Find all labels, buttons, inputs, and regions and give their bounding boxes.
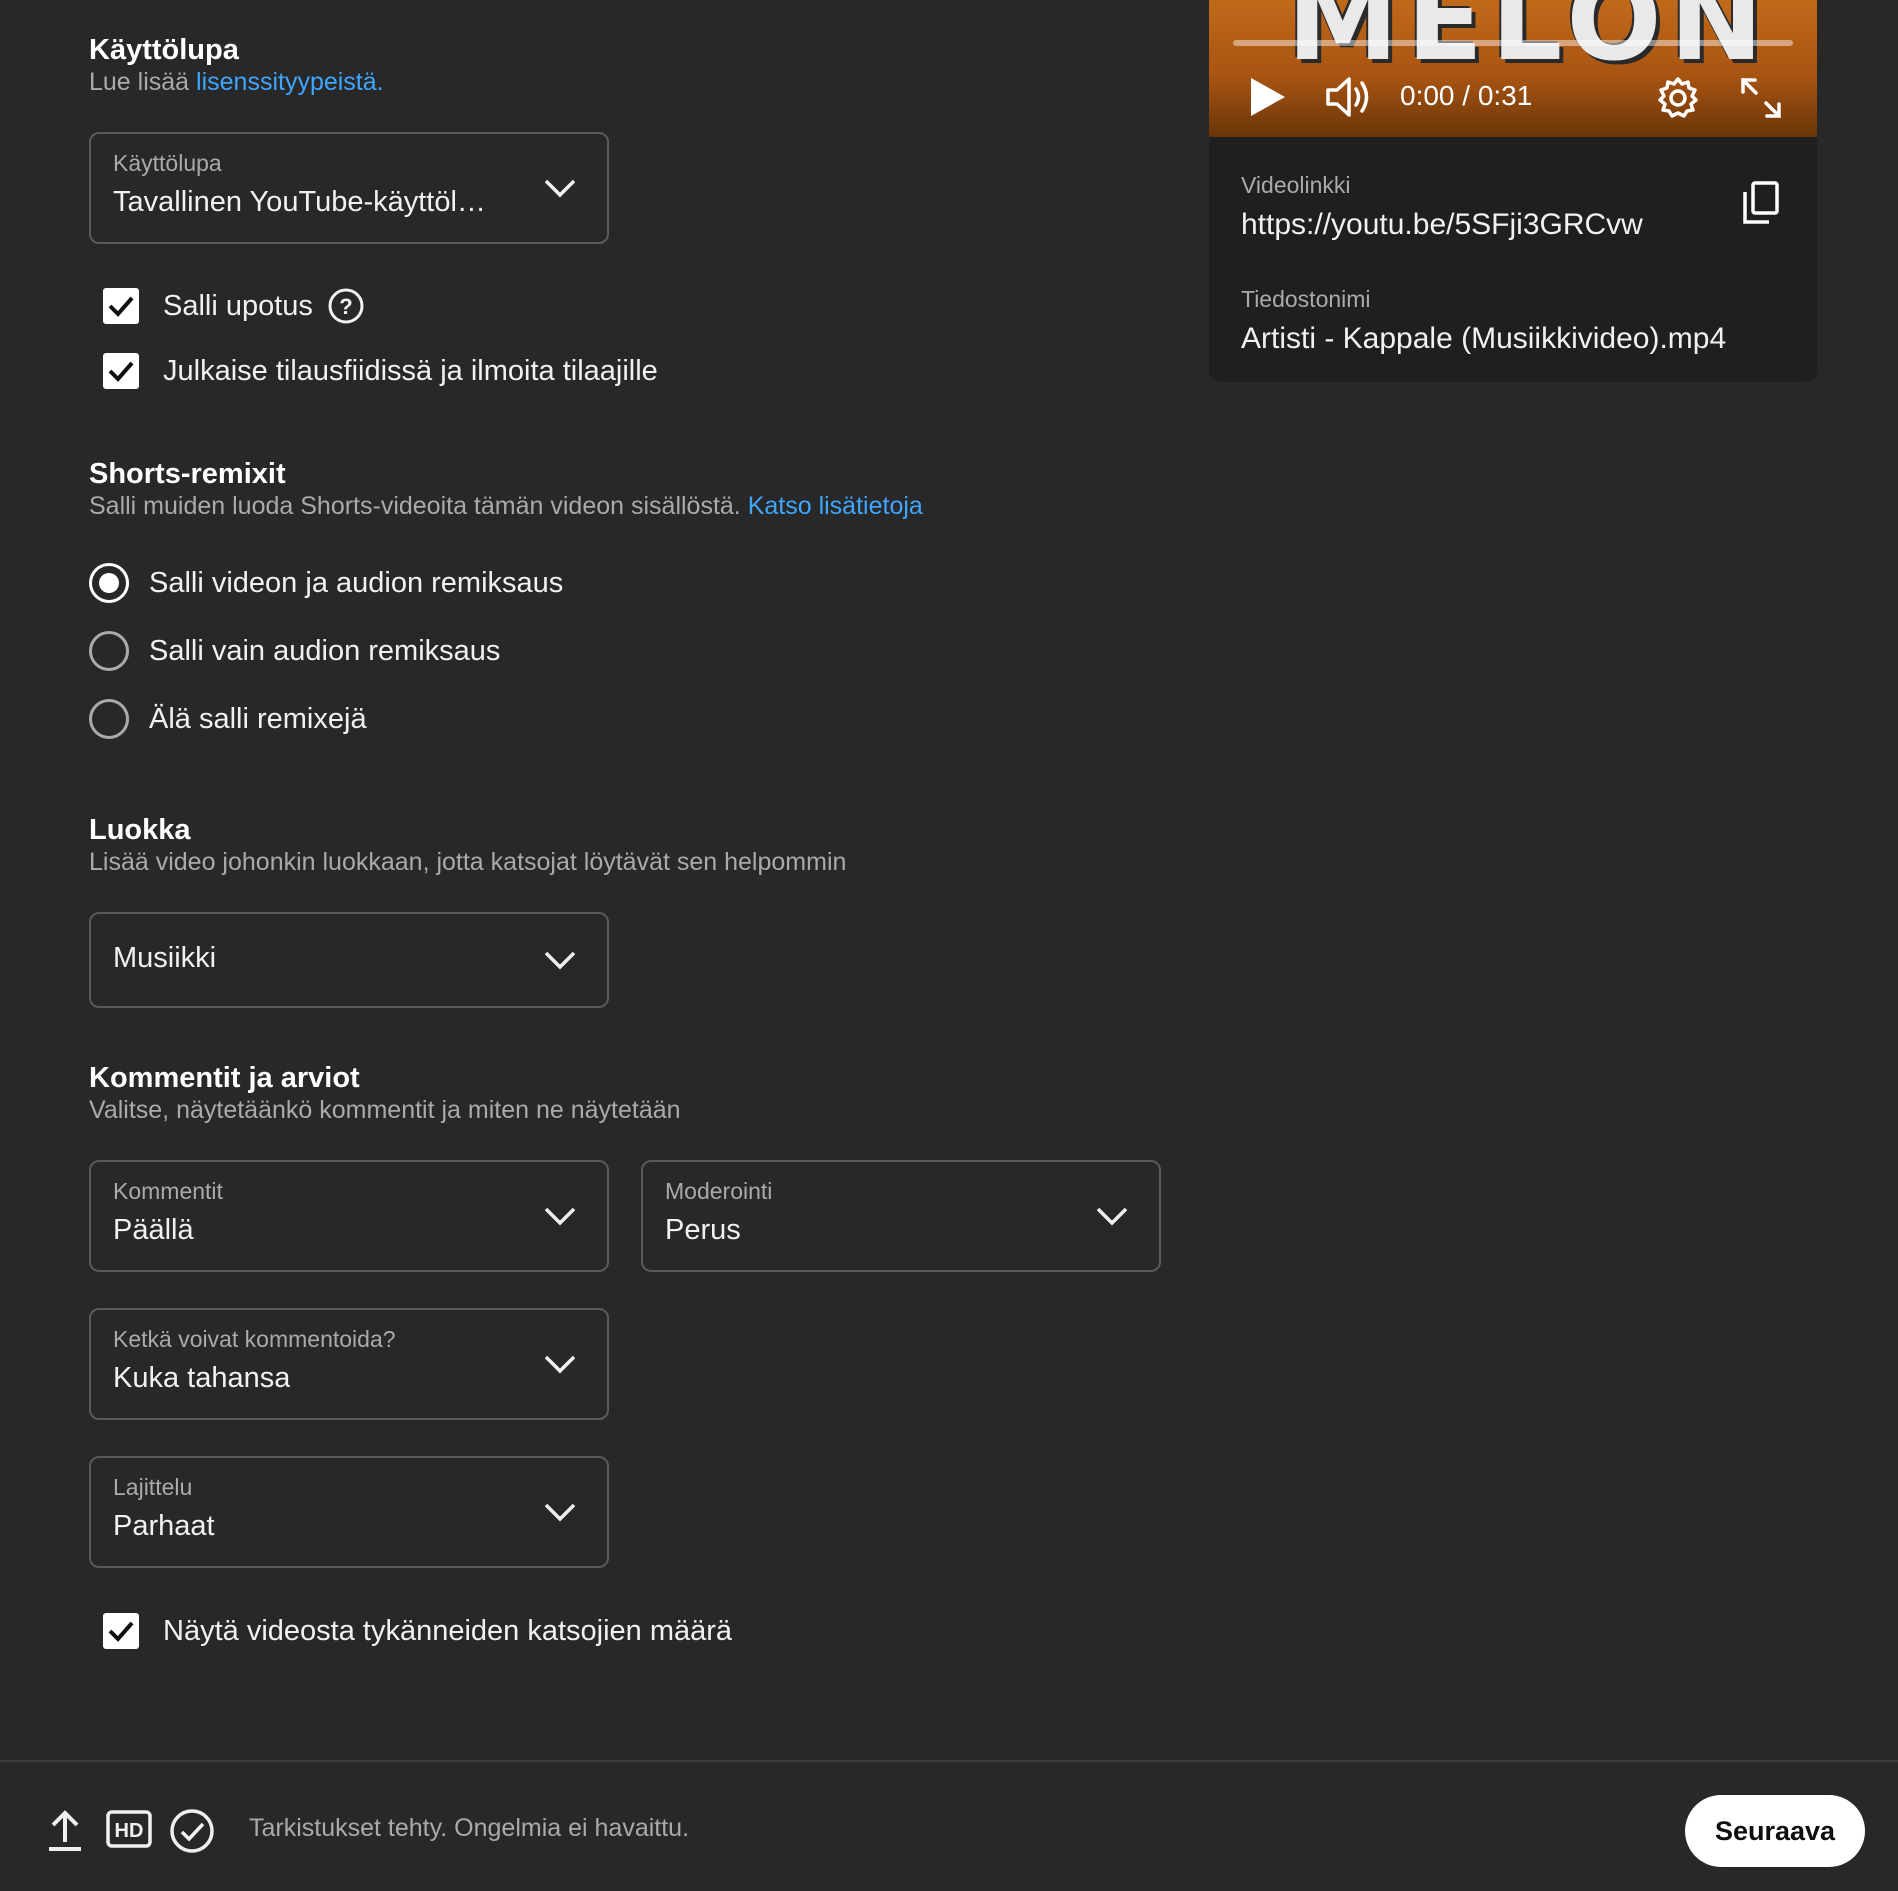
footer-bar: HD Tarkistukset tehty. Ongelmia ei havai…: [0, 1760, 1898, 1891]
comments-dropdown[interactable]: Kommentit Päällä: [89, 1160, 609, 1272]
chevron-down-icon: [544, 179, 576, 198]
chevron-down-icon: [1096, 1207, 1128, 1226]
shorts-title: Shorts-remixit: [89, 458, 286, 490]
play-icon[interactable]: [1247, 76, 1287, 118]
chevron-down-icon: [544, 1207, 576, 1226]
next-button[interactable]: Seuraava: [1685, 1795, 1865, 1867]
moderation-dropdown[interactable]: Moderointi Perus: [641, 1160, 1161, 1272]
category-title: Luokka: [89, 814, 191, 846]
radio-unselected-icon: [89, 631, 129, 671]
chevron-down-icon: [544, 951, 576, 970]
video-player[interactable]: MELON 0:00 / 0:31: [1209, 0, 1817, 137]
radio-label: Älä salli remixejä: [149, 702, 367, 735]
sort-dropdown-value: Parhaat: [113, 1510, 215, 1542]
radio-selected-icon: [89, 563, 129, 603]
video-info-card: MELON 0:00 / 0:31 Videolinkki https://yo…: [1209, 0, 1817, 382]
license-types-link[interactable]: lisenssityypeistä.: [196, 68, 384, 96]
category-desc: Lisää video johonkin luokkaan, jotta kat…: [89, 848, 847, 876]
chevron-down-icon: [544, 1503, 576, 1522]
radio-label: Salli vain audion remiksaus: [149, 634, 501, 667]
checkbox-checked-icon: [103, 1613, 139, 1649]
chevron-down-icon: [544, 1355, 576, 1374]
license-dropdown[interactable]: Käyttölupa Tavallinen YouTube-käyttöl…: [89, 132, 609, 244]
license-desc-text: Lue lisää: [89, 68, 190, 96]
category-dropdown-value: Musiikki: [113, 942, 217, 974]
video-link[interactable]: https://youtu.be/5SFji3GRCvw: [1241, 208, 1643, 242]
radio-unselected-icon: [89, 699, 129, 739]
radio-no-remix[interactable]: Älä salli remixejä: [89, 699, 367, 739]
radio-remix-video-audio[interactable]: Salli videon ja audion remiksaus: [89, 563, 563, 603]
settings-icon[interactable]: [1656, 76, 1700, 120]
svg-text:?: ?: [339, 294, 352, 319]
copy-icon[interactable]: [1741, 180, 1781, 226]
who-can-comment-value: Kuka tahansa: [113, 1362, 291, 1394]
comments-dropdown-label: Kommentit: [113, 1178, 223, 1204]
help-icon[interactable]: ?: [327, 287, 365, 325]
filename-value: Artisti - Kappale (Musiikkivideo).mp4: [1241, 322, 1727, 355]
video-link-label: Videolinkki: [1241, 172, 1351, 198]
video-progress-bar[interactable]: [1233, 40, 1793, 46]
allow-embedding-checkbox[interactable]: Salli upotus ?: [103, 287, 365, 325]
checkbox-checked-icon: [103, 353, 139, 389]
shorts-learn-more-link[interactable]: Katso lisätietoja: [748, 492, 923, 520]
comments-dropdown-value: Päällä: [113, 1214, 194, 1246]
license-dropdown-label: Käyttölupa: [113, 150, 222, 176]
check-circle-icon[interactable]: [169, 1808, 215, 1854]
moderation-dropdown-label: Moderointi: [665, 1178, 773, 1204]
license-desc: Lue lisää lisenssityypeistä.: [89, 68, 384, 97]
show-likes-label: Näytä videosta tykänneiden katsojien mää…: [163, 1614, 733, 1647]
radio-remix-audio-only[interactable]: Salli vain audion remiksaus: [89, 631, 500, 671]
fullscreen-icon[interactable]: [1739, 76, 1783, 120]
publish-feed-label: Julkaise tilausfiidissä ja ilmoita tilaa…: [163, 354, 658, 387]
who-can-comment-dropdown[interactable]: Ketkä voivat kommentoida? Kuka tahansa: [89, 1308, 609, 1420]
sort-dropdown-label: Lajittelu: [113, 1474, 193, 1500]
video-time: 0:00 / 0:31: [1400, 80, 1533, 111]
comments-desc: Valitse, näytetäänkö kommentit ja miten …: [89, 1096, 681, 1124]
shorts-desc: Salli muiden luoda Shorts-videoita tämän…: [89, 492, 923, 521]
license-dropdown-value: Tavallinen YouTube-käyttöl…: [113, 186, 486, 218]
category-dropdown[interactable]: Musiikki: [89, 912, 609, 1008]
hd-badge-text: HD: [115, 1820, 144, 1842]
who-can-comment-label: Ketkä voivat kommentoida?: [113, 1326, 396, 1352]
allow-embedding-label: Salli upotus: [163, 289, 313, 322]
hd-icon[interactable]: HD: [106, 1810, 152, 1848]
upload-icon[interactable]: [46, 1808, 84, 1852]
shorts-desc-text: Salli muiden luoda Shorts-videoita tämän…: [89, 492, 741, 520]
radio-label: Salli videon ja audion remiksaus: [149, 566, 564, 599]
sort-dropdown[interactable]: Lajittelu Parhaat: [89, 1456, 609, 1568]
publish-feed-checkbox[interactable]: Julkaise tilausfiidissä ja ilmoita tilaa…: [103, 353, 658, 389]
comments-title: Kommentit ja arviot: [89, 1062, 360, 1094]
license-title: Käyttölupa: [89, 34, 239, 66]
checks-status-text: Tarkistukset tehty. Ongelmia ei havaittu…: [249, 1814, 690, 1842]
checkbox-checked-icon: [103, 288, 139, 324]
filename-label: Tiedostonimi: [1241, 286, 1371, 312]
show-likes-checkbox[interactable]: Näytä videosta tykänneiden katsojien mää…: [103, 1613, 732, 1649]
volume-icon[interactable]: [1325, 76, 1373, 118]
moderation-dropdown-value: Perus: [665, 1214, 741, 1246]
